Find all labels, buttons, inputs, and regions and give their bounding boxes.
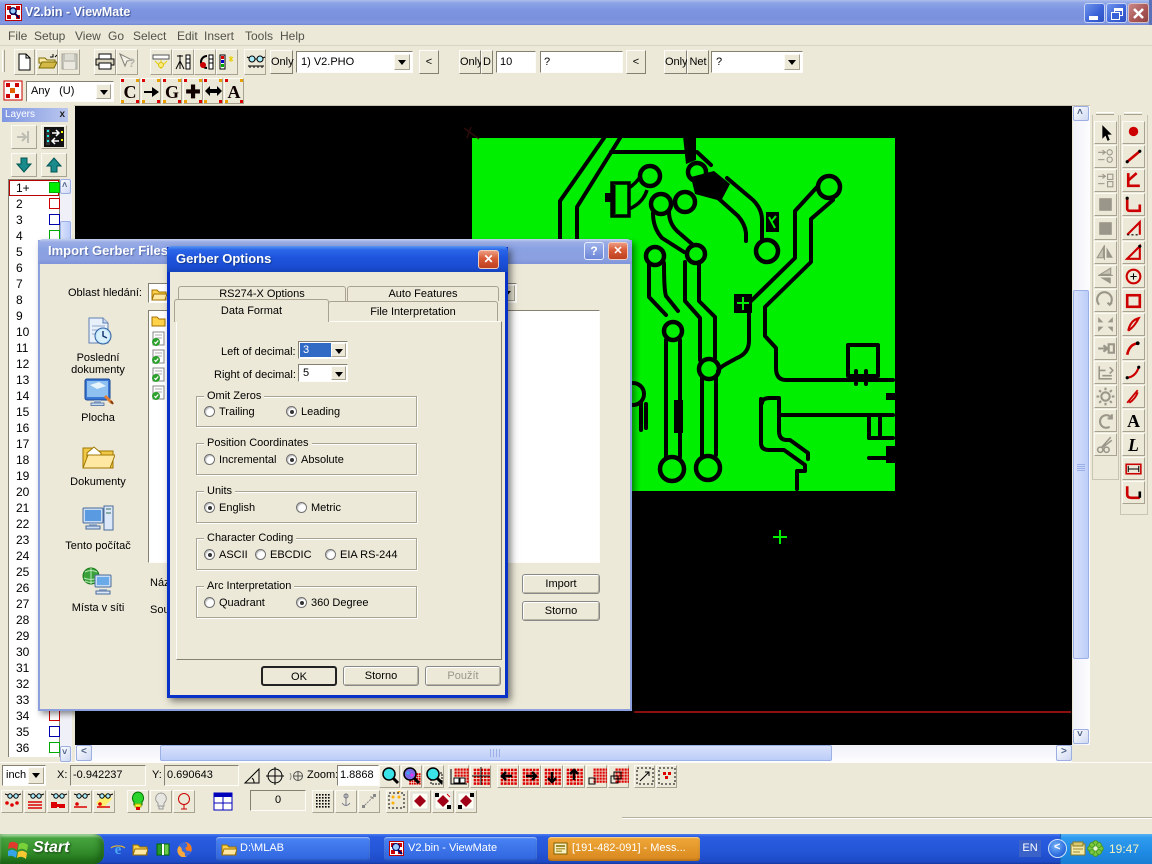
- svg-text:G: G: [165, 82, 179, 102]
- svg-text:C: C: [124, 82, 137, 102]
- svg-text:A: A: [1127, 411, 1140, 431]
- svg-text:A: A: [228, 82, 241, 102]
- svg-text:e: e: [115, 842, 122, 857]
- svg-text:L: L: [1127, 435, 1139, 455]
- svg-text:✚: ✚: [185, 82, 200, 102]
- svg-text:?: ?: [128, 56, 135, 70]
